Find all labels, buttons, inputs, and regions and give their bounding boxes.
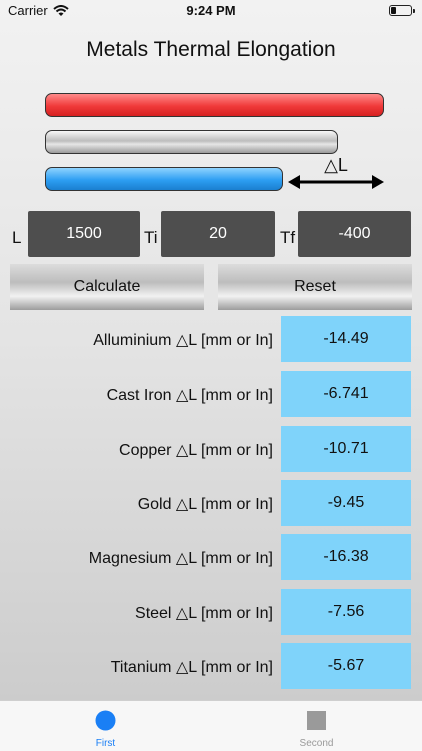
result-value-titanium: -5.67 [281,643,411,689]
circle-icon [95,710,116,731]
initial-temp-input[interactable]: 20 [161,211,275,257]
battery-icon [389,5,415,16]
result-label-gold: Gold △L [mm or In] [137,496,273,513]
result-label-titanium: Titanium △L [mm or In] [110,659,273,676]
result-value-steel: -7.56 [281,589,411,635]
red-bar-illustration [45,93,384,117]
result-label-magnesium: Magnesium △L [mm or In] [88,550,273,567]
final-temp-input[interactable]: -400 [298,211,411,257]
status-time: 9:24 PM [186,3,236,18]
page-title: Metals Thermal Elongation [86,38,336,61]
calculate-button[interactable]: Calculate [10,264,204,310]
length-input[interactable]: 1500 [28,211,140,257]
initial-temp-label: Ti [144,228,158,247]
blue-bar-illustration [45,167,283,191]
tab-second[interactable]: Second [211,701,422,751]
final-temp-label: Tf [280,228,296,247]
double-arrow-icon [288,175,384,189]
silver-bar-illustration [45,130,338,154]
tab-first-label: First [95,738,116,749]
result-value-cast-iron: -6.741 [281,371,411,417]
result-label-aluminium: Alluminium △L [mm or In] [93,332,273,349]
status-bar: Carrier 9:24 PM [0,0,422,22]
tab-first[interactable]: First [0,701,211,751]
result-label-copper: Copper △L [mm or In] [119,442,273,459]
reset-button[interactable]: Reset [218,264,412,310]
result-value-copper: -10.71 [281,426,411,472]
result-label-steel: Steel △L [mm or In] [135,605,273,622]
tab-second-label: Second [299,738,334,749]
square-icon [307,711,326,730]
result-value-magnesium: -16.38 [281,534,411,580]
tab-bar: First Second [0,700,422,751]
result-label-cast-iron: Cast Iron △L [mm or In] [106,387,273,404]
delta-length-indicator: △L [288,155,384,195]
result-value-aluminium: -14.49 [281,316,411,362]
result-value-gold: -9.45 [281,480,411,526]
length-label: L [12,228,22,247]
